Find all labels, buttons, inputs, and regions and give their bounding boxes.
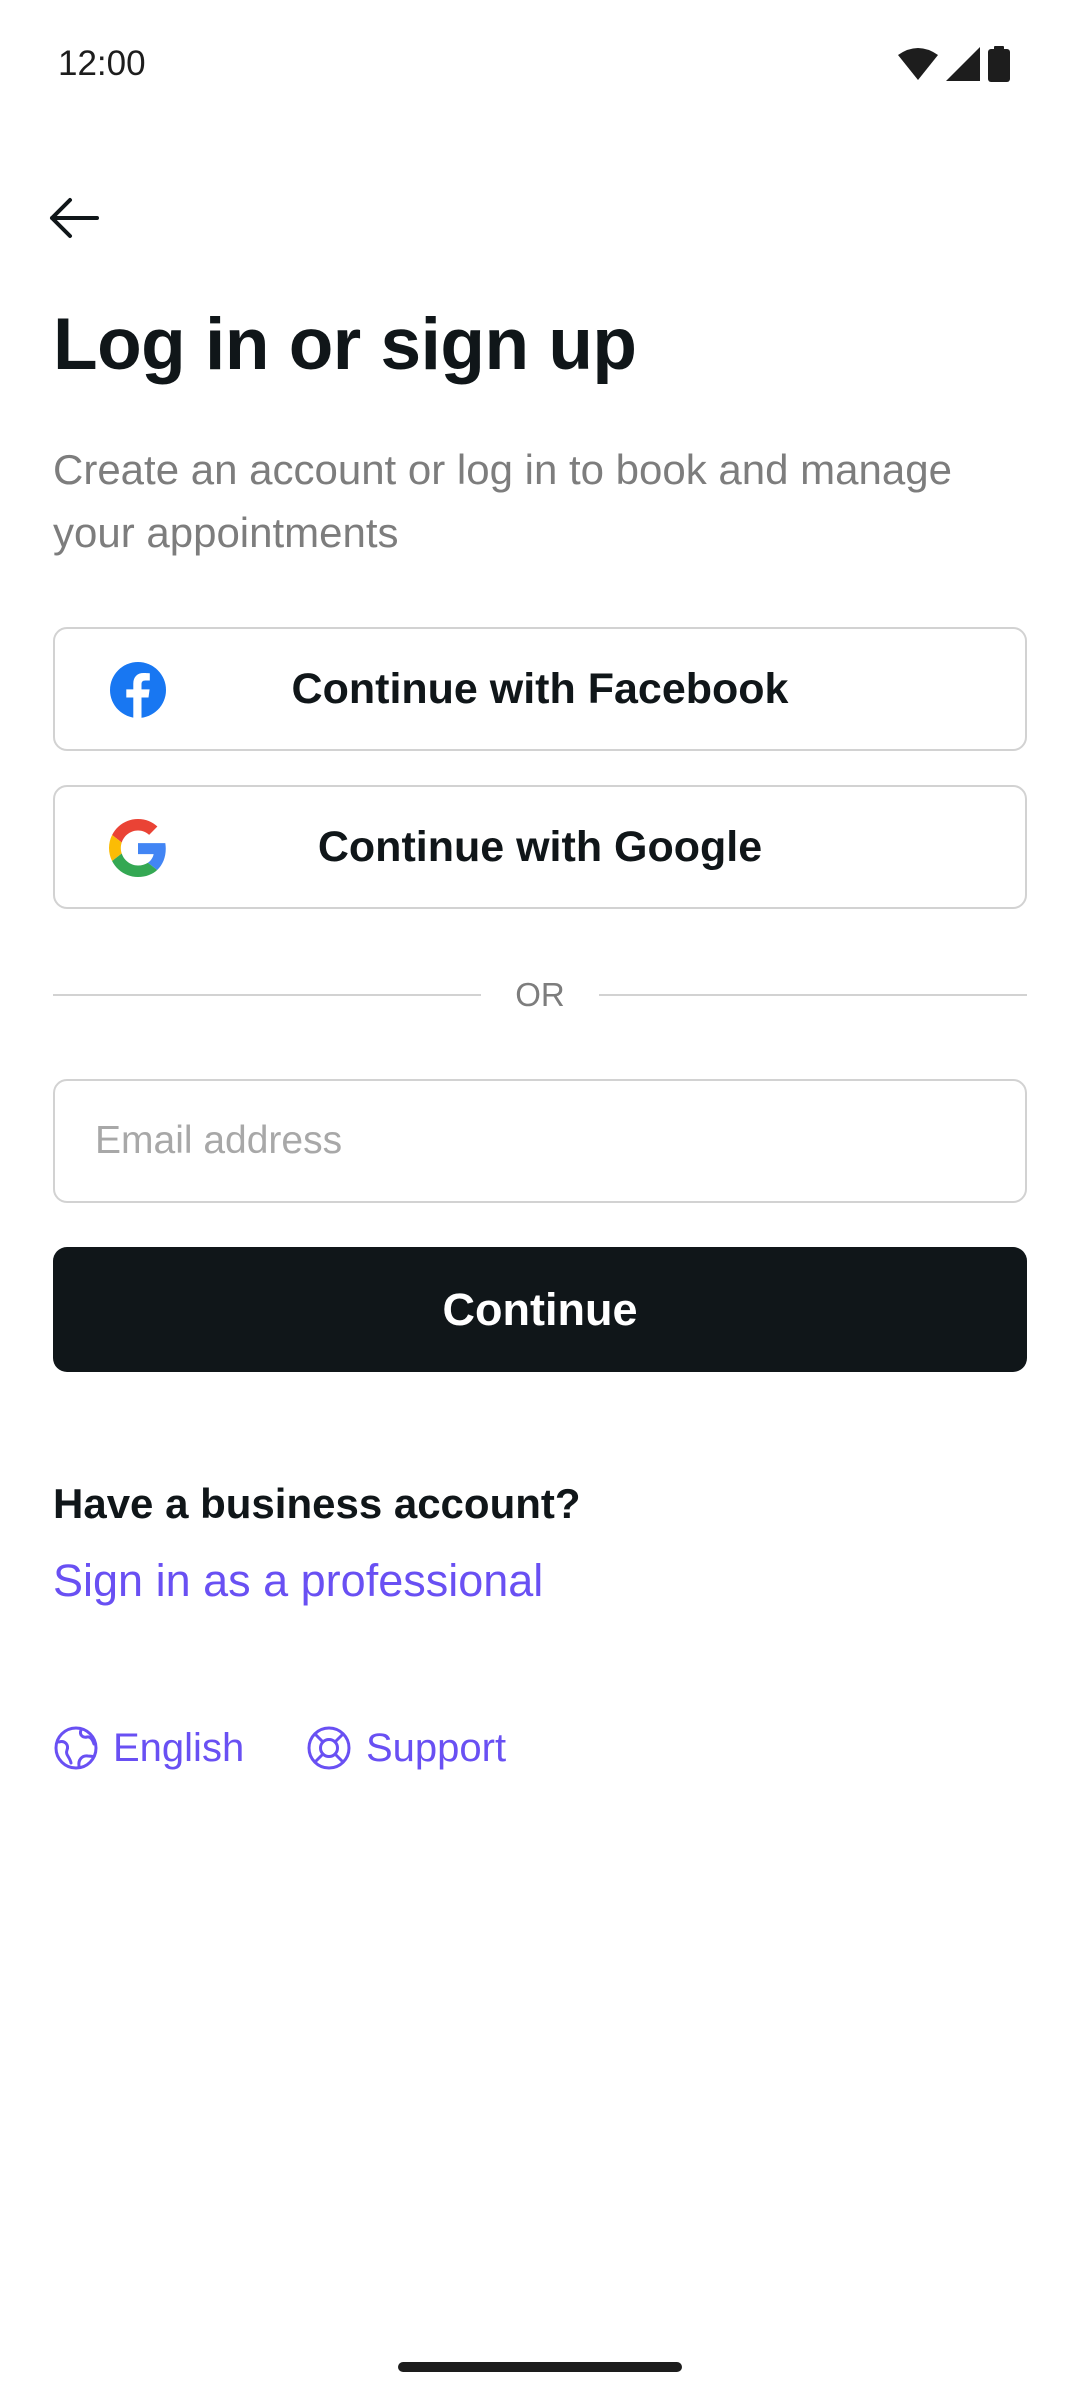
business-account-question: Have a business account?: [53, 1480, 581, 1527]
battery-icon: [988, 46, 1010, 82]
language-label: English: [113, 1725, 245, 1770]
page-subtitle: Create an account or log in to book and …: [53, 446, 952, 556]
continue-with-google-button[interactable]: Continue with Google: [53, 785, 1027, 909]
wifi-icon: [898, 48, 938, 80]
status-icons: [898, 46, 1010, 82]
status-bar: 12:00: [0, 0, 1080, 130]
language-selector[interactable]: English: [53, 1720, 244, 1776]
page-title: Log in or sign up: [53, 304, 637, 385]
home-indicator[interactable]: [398, 2362, 682, 2372]
divider-line-right: [598, 994, 1027, 996]
globe-icon: [54, 1726, 98, 1770]
google-button-label: Continue with Google: [317, 822, 763, 871]
facebook-icon: [110, 662, 166, 719]
facebook-button-label: Continue with Facebook: [291, 664, 789, 713]
continue-button[interactable]: Continue: [53, 1247, 1027, 1372]
back-button[interactable]: [30, 178, 118, 258]
support-link[interactable]: Support: [306, 1720, 506, 1776]
sign-in-professional-link[interactable]: Sign in as a professional: [53, 1555, 543, 1607]
or-label: OR: [515, 976, 565, 1013]
support-label: Support: [366, 1725, 507, 1770]
status-time: 12:00: [58, 44, 146, 83]
or-divider: OR: [53, 970, 1027, 1020]
arrow-left-icon: [50, 198, 99, 238]
signal-icon: [946, 47, 980, 81]
email-input[interactable]: [53, 1079, 1027, 1203]
divider-line-left: [53, 994, 482, 996]
lifebuoy-icon: [307, 1726, 351, 1770]
continue-with-facebook-button[interactable]: Continue with Facebook: [53, 627, 1027, 751]
google-icon: [109, 819, 166, 877]
